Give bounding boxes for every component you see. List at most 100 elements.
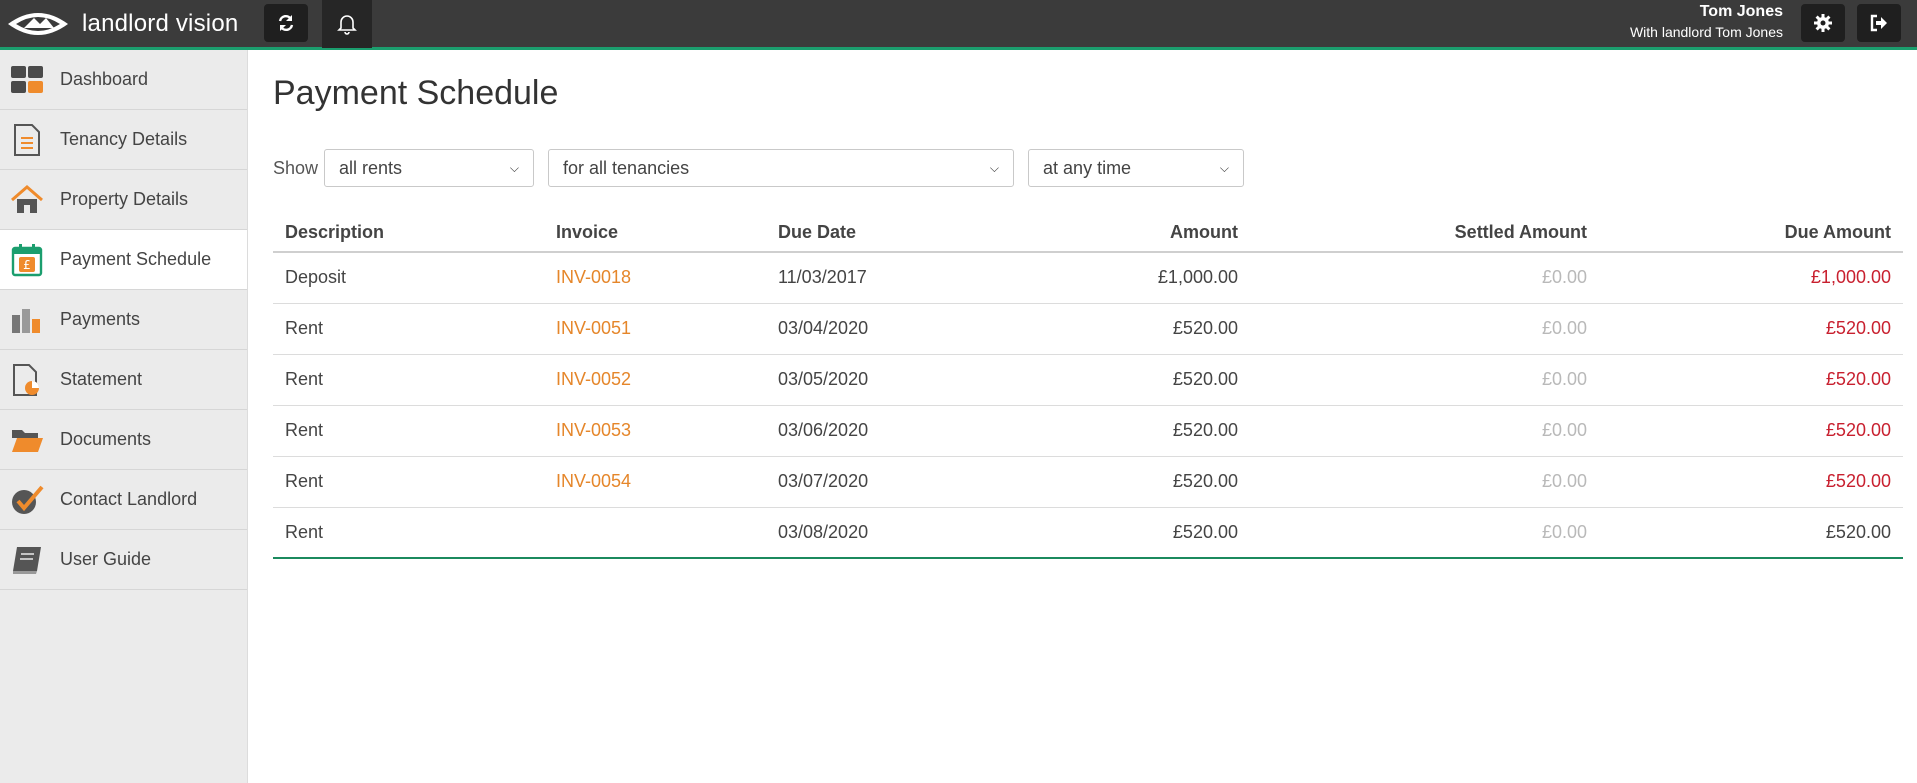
user-name: Tom Jones — [1699, 3, 1783, 20]
refresh-button[interactable] — [264, 4, 308, 42]
sign-out-icon — [1870, 14, 1887, 32]
amount-cell: £1,000.00 — [996, 252, 1250, 304]
description-cell: Rent — [273, 456, 544, 508]
sidebar-item-contact-landlord[interactable]: Contact Landlord — [0, 470, 247, 530]
top-bar: landlord vision Tom Jones With landlord … — [0, 0, 1917, 50]
chevron-down-icon: ⌵ — [989, 160, 1000, 175]
main-content: Payment Schedule Show all rents ⌵ for al… — [273, 50, 1903, 559]
amount-cell: £520.00 — [996, 303, 1250, 355]
sidebar-item-label: Payment Schedule — [60, 249, 212, 269]
document-icon — [10, 123, 44, 157]
sidebar-item-documents[interactable]: Documents — [0, 410, 247, 470]
period-value: at any time — [1043, 157, 1132, 178]
amount-cell: £520.00 — [996, 456, 1250, 508]
bell-icon — [337, 15, 357, 35]
payment-schedule-table: Description Invoice Due Date Amount Sett… — [273, 214, 1903, 559]
table-header-row: Description Invoice Due Date Amount Sett… — [273, 214, 1903, 253]
statement-icon — [10, 363, 44, 397]
coins-icon — [10, 303, 44, 337]
due-date-cell: 03/07/2020 — [766, 456, 996, 508]
sidebar: Dashboard Tenancy Details Property Detai… — [0, 50, 248, 783]
book-icon — [10, 543, 44, 577]
invoice-link[interactable]: INV-0054 — [544, 456, 766, 508]
tenancy-value: for all tenancies — [563, 157, 690, 178]
due-amount-cell: £520.00 — [1599, 303, 1903, 355]
show-label: Show — [273, 157, 319, 178]
due-amount-cell: £520.00 — [1599, 405, 1903, 457]
checkmark-icon — [10, 483, 44, 517]
table-row: Rent INV-0053 03/06/2020 £520.00 £0.00 £… — [273, 405, 1903, 457]
page-title: Payment Schedule — [273, 74, 559, 112]
column-header-due-date[interactable]: Due Date — [766, 214, 996, 253]
sidebar-item-payment-schedule[interactable]: £ Payment Schedule — [0, 230, 247, 290]
sidebar-item-label: Tenancy Details — [60, 129, 188, 149]
invoice-link[interactable]: INV-0053 — [544, 405, 766, 457]
amount-cell: £520.00 — [996, 354, 1250, 406]
sidebar-item-statement[interactable]: Statement — [0, 350, 247, 410]
table-row: Deposit INV-0018 11/03/2017 £1,000.00 £0… — [273, 252, 1903, 304]
gear-icon — [1814, 14, 1832, 32]
due-amount-cell: £1,000.00 — [1599, 252, 1903, 304]
sidebar-item-payments[interactable]: Payments — [0, 290, 247, 350]
due-date-cell: 03/06/2020 — [766, 405, 996, 457]
svg-text:£: £ — [23, 258, 31, 272]
description-cell: Deposit — [273, 252, 544, 304]
dashboard-icon — [10, 63, 44, 97]
sidebar-item-label: Payments — [60, 309, 141, 329]
brand-name: landlord vision — [82, 10, 239, 37]
table-row: Rent INV-0052 03/05/2020 £520.00 £0.00 £… — [273, 354, 1903, 406]
sidebar-item-user-guide[interactable]: User Guide — [0, 530, 247, 590]
settled-amount-cell: £0.00 — [1250, 405, 1599, 457]
sidebar-item-tenancy-details[interactable]: Tenancy Details — [0, 110, 247, 170]
table-row: Rent INV-0054 03/07/2020 £520.00 £0.00 £… — [273, 456, 1903, 508]
invoice-link[interactable]: INV-0018 — [544, 252, 766, 304]
settled-amount-cell: £0.00 — [1250, 507, 1599, 559]
column-header-amount[interactable]: Amount — [996, 214, 1250, 253]
rent-type-select[interactable]: all rents ⌵ — [324, 149, 535, 187]
eye-logo-icon — [8, 13, 68, 35]
sidebar-item-label: User Guide — [60, 549, 152, 569]
sidebar-item-label: Dashboard — [60, 69, 149, 89]
settled-amount-cell: £0.00 — [1250, 252, 1599, 304]
settled-amount-cell: £0.00 — [1250, 456, 1599, 508]
invoice-cell — [544, 507, 766, 559]
due-amount-cell: £520.00 — [1599, 354, 1903, 406]
user-info: Tom Jones With landlord Tom Jones — [1630, 2, 1783, 42]
description-cell: Rent — [273, 303, 544, 355]
description-cell: Rent — [273, 354, 544, 406]
sidebar-item-label: Statement — [60, 369, 143, 389]
settings-button[interactable] — [1801, 4, 1845, 42]
due-date-cell: 03/04/2020 — [766, 303, 996, 355]
due-date-cell: 11/03/2017 — [766, 252, 996, 304]
settled-amount-cell: £0.00 — [1250, 354, 1599, 406]
chevron-down-icon: ⌵ — [509, 160, 520, 175]
column-header-due-amount[interactable]: Due Amount — [1599, 214, 1903, 253]
invoice-link[interactable]: INV-0051 — [544, 303, 766, 355]
brand-logo[interactable]: landlord vision — [6, 6, 238, 42]
due-date-cell: 03/05/2020 — [766, 354, 996, 406]
sidebar-item-property-details[interactable]: Property Details — [0, 170, 247, 230]
tenancy-select[interactable]: for all tenancies ⌵ — [548, 149, 1015, 187]
notifications-button[interactable] — [322, 0, 372, 48]
folder-icon — [10, 423, 44, 457]
column-header-description[interactable]: Description — [273, 214, 544, 253]
sidebar-item-dashboard[interactable]: Dashboard — [0, 50, 247, 110]
amount-cell: £520.00 — [996, 507, 1250, 559]
due-date-cell: 03/08/2020 — [766, 507, 996, 559]
column-header-settled-amount[interactable]: Settled Amount — [1250, 214, 1599, 253]
sign-out-button[interactable] — [1857, 4, 1901, 42]
amount-cell: £520.00 — [996, 405, 1250, 457]
period-select[interactable]: at any time ⌵ — [1028, 149, 1245, 187]
due-amount-cell: £520.00 — [1599, 507, 1903, 559]
sidebar-item-label: Contact Landlord — [60, 489, 198, 509]
house-icon — [10, 183, 44, 217]
table-row: Rent 03/08/2020 £520.00 £0.00 £520.00 — [273, 507, 1903, 559]
chevron-down-icon: ⌵ — [1219, 160, 1230, 175]
invoice-link[interactable]: INV-0052 — [544, 354, 766, 406]
description-cell: Rent — [273, 405, 544, 457]
filter-bar: Show all rents ⌵ for all tenancies ⌵ at … — [273, 148, 1903, 188]
table-row: Rent INV-0051 03/04/2020 £520.00 £0.00 £… — [273, 303, 1903, 355]
rent-type-value: all rents — [339, 157, 403, 178]
sidebar-item-label: Property Details — [60, 189, 189, 209]
column-header-invoice[interactable]: Invoice — [544, 214, 766, 253]
